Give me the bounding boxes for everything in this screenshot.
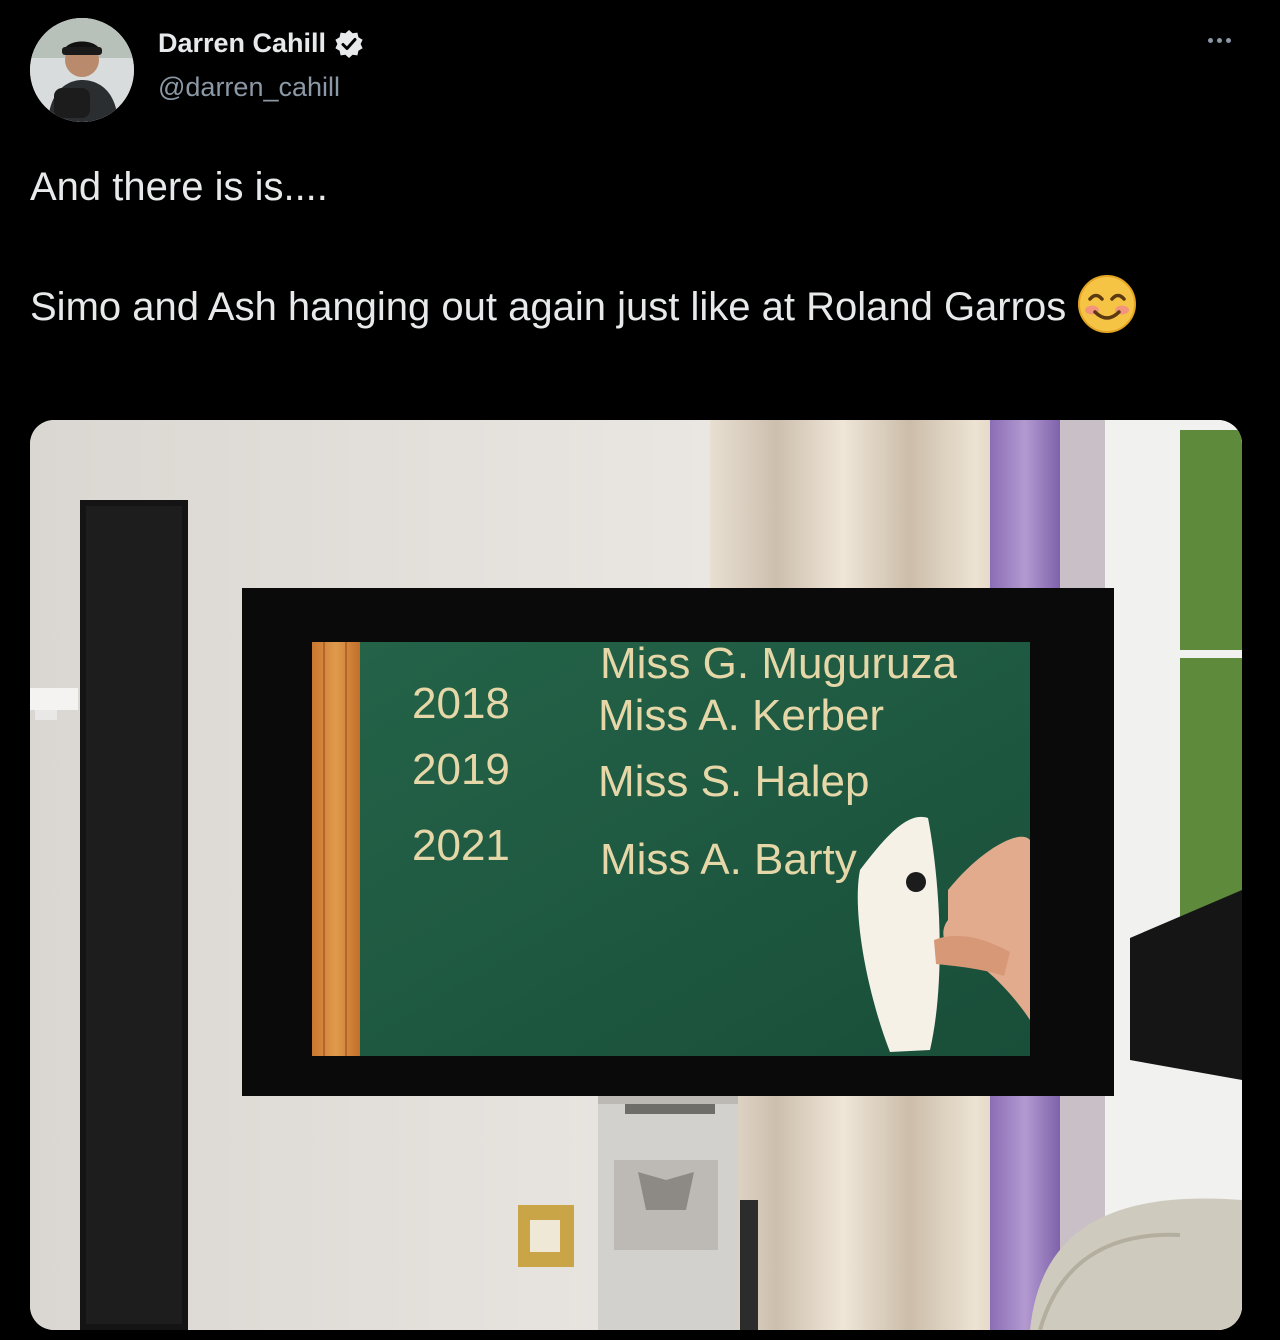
board-partial-line: Miss G. Muguruza [600, 639, 958, 688]
author-handle[interactable]: @darren_cahill [158, 72, 340, 103]
board-year: 2018 [412, 679, 510, 728]
verified-badge-icon [334, 29, 364, 59]
board-winner: Miss A. Kerber [598, 691, 884, 740]
author-name[interactable]: Darren Cahill [158, 28, 364, 59]
avatar-image [30, 18, 134, 122]
avatar[interactable] [30, 18, 134, 122]
tweet-photo[interactable]: Miss G. Muguruza 2018 Miss A. Kerber 201… [30, 420, 1242, 1330]
more-options-icon[interactable] [1196, 26, 1242, 54]
tweet-body: And there is is.... Simo and Ash hanging… [30, 165, 1067, 329]
author-name-text: Darren Cahill [158, 28, 327, 58]
board-year: 2019 [412, 745, 510, 794]
board-year: 2021 [412, 821, 510, 870]
photo-scene: Miss G. Muguruza 2018 Miss A. Kerber 201… [30, 420, 1242, 1330]
board-winner: Miss S. Halep [598, 757, 869, 806]
tweet-text: And there is is.... Simo and Ash hanging… [30, 158, 1230, 336]
smiling-face-emoji-icon [1077, 274, 1137, 334]
board-winner: Miss A. Barty [600, 835, 857, 884]
